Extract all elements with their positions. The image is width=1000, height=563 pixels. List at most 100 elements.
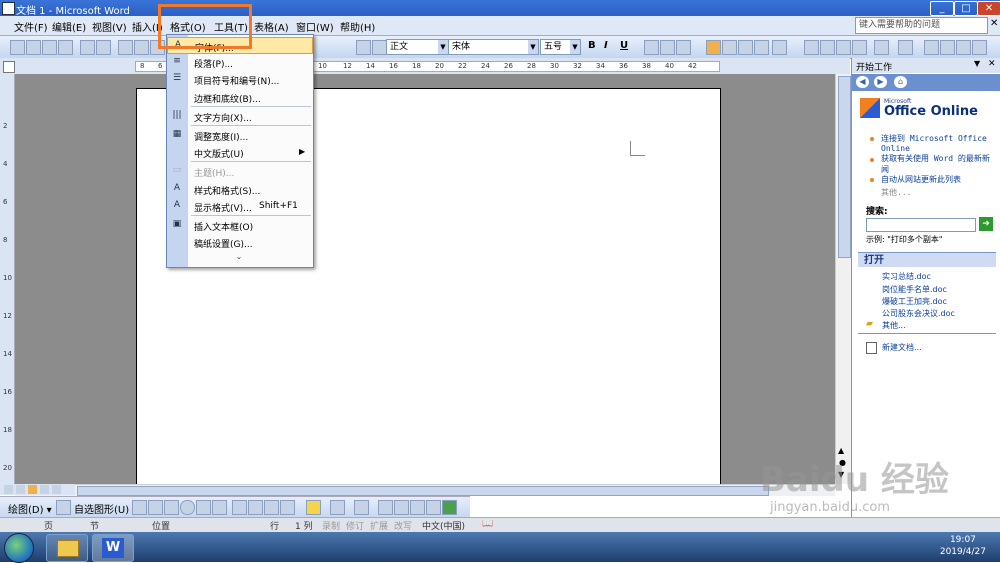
menu-item-bullets-numbering[interactable]: ☰ 项目符号和编号(N)... — [167, 71, 313, 88]
textbox-icon[interactable] — [196, 500, 211, 515]
draw-menu-button[interactable]: 绘图(D) ▾ — [8, 501, 52, 516]
new-document-link[interactable]: 新建文档... — [882, 342, 922, 353]
diagram-icon[interactable] — [248, 500, 263, 515]
menu-item-manuscript-setup[interactable]: 稿纸设置(G)... — [167, 234, 313, 251]
horizontal-scrollbar[interactable] — [15, 484, 835, 496]
print-layout-icon[interactable] — [28, 485, 37, 494]
bold-button[interactable]: B — [588, 40, 596, 51]
word-taskbar-button[interactable]: W — [92, 534, 134, 562]
italic-button[interactable]: I — [604, 40, 608, 51]
line-color-icon[interactable] — [330, 500, 345, 515]
close-document-icon[interactable]: ✕ — [990, 18, 998, 29]
normal-view-icon[interactable] — [4, 485, 13, 494]
horizontal-ruler[interactable]: 8 6 10 12 14 16 18 20 22 24 26 28 30 32 … — [0, 58, 850, 75]
menu-item-fit-width[interactable]: ▦ 调整宽度(I)... — [167, 127, 313, 144]
align-center-icon[interactable] — [722, 40, 737, 55]
forward-icon[interactable]: ▶ — [874, 76, 887, 88]
rectangle-icon[interactable] — [164, 500, 179, 515]
vertical-scrollbar[interactable]: ▲ ● ▼ — [835, 74, 851, 484]
recent-file-link[interactable]: 岗位能手名单.doc — [882, 284, 947, 295]
autoshapes-button[interactable]: 自选图形(U) ▾ — [74, 501, 137, 516]
justify-left-icon[interactable] — [706, 40, 721, 55]
search-go-icon[interactable]: ➜ — [979, 217, 993, 231]
scrollbar-thumb[interactable] — [838, 76, 851, 258]
decrease-indent-icon[interactable] — [836, 40, 851, 55]
line-icon[interactable] — [132, 500, 147, 515]
open-other-link[interactable]: 其他... — [882, 320, 906, 331]
search-input[interactable] — [866, 218, 976, 232]
spelling-status-icon[interactable]: 📖 — [482, 519, 493, 529]
help-search-input[interactable]: 键入需要帮助的问题 — [855, 17, 988, 34]
scrollbar-thumb[interactable] — [77, 486, 769, 496]
chevron-down-icon[interactable]: ▼ — [974, 59, 980, 68]
research-icon[interactable] — [134, 40, 149, 55]
start-button[interactable] — [4, 533, 34, 563]
tab-selector-icon[interactable] — [3, 61, 15, 73]
explorer-taskbar-button[interactable] — [46, 534, 88, 562]
menu-window[interactable]: 窗口(W) — [296, 19, 334, 34]
toolbar-options-icon[interactable] — [356, 40, 371, 55]
link-latest-news[interactable]: 获取有关使用 Word 的最新新闻 — [881, 153, 993, 175]
font-select[interactable]: 宋体 ▼ — [448, 39, 539, 55]
outline-view-icon[interactable] — [40, 485, 49, 494]
link-auto-update[interactable]: 自动从网站更新此列表 — [881, 174, 993, 185]
print-icon[interactable] — [80, 40, 95, 55]
save-icon[interactable] — [42, 40, 57, 55]
char-border-icon[interactable] — [644, 40, 659, 55]
word-app-icon[interactable] — [2, 2, 15, 15]
char-shading-icon[interactable] — [660, 40, 675, 55]
shrink-font-icon[interactable] — [972, 40, 987, 55]
increase-indent-icon[interactable] — [852, 40, 867, 55]
reading-view-icon[interactable] — [52, 485, 61, 494]
arrow-style-icon[interactable] — [410, 500, 425, 515]
back-icon[interactable]: ◀ — [856, 76, 869, 88]
phonetic-guide-icon[interactable] — [924, 40, 939, 55]
status-rec[interactable]: 录制 — [322, 519, 340, 532]
home-icon[interactable]: ⌂ — [894, 76, 907, 88]
task-pane-close-button[interactable]: ✕ — [988, 59, 996, 69]
close-button[interactable]: ✕ — [977, 1, 1000, 16]
menu-item-asian-layout[interactable]: 中文版式(U) ▶ — [167, 144, 313, 161]
wordart-icon[interactable] — [232, 500, 247, 515]
enclose-chars-icon[interactable] — [940, 40, 955, 55]
style-select[interactable]: 正文 ▼ — [386, 39, 449, 55]
web-view-icon[interactable] — [16, 485, 25, 494]
grow-font-icon[interactable] — [956, 40, 971, 55]
drawing-font-color-icon[interactable] — [354, 500, 369, 515]
highlight-icon[interactable] — [874, 40, 889, 55]
3d-icon[interactable] — [442, 500, 457, 515]
expand-menu-icon[interactable]: ⌄ — [233, 252, 245, 262]
menu-item-styles-formatting[interactable]: A 样式和格式(S)... — [167, 181, 313, 198]
link-connect-office-online[interactable]: 连接到 Microsoft Office Online — [881, 133, 993, 153]
clipart-icon[interactable] — [264, 500, 279, 515]
line-spacing-icon[interactable] — [772, 40, 787, 55]
recent-file-link[interactable]: 公司股东会决议.doc — [882, 308, 955, 319]
menu-item-paragraph[interactable]: ≡ 段落(P)... — [167, 54, 313, 71]
menu-item-insert-textbox[interactable]: ▣ 插入文本框(O) — [167, 217, 313, 234]
status-ext[interactable]: 扩展 — [370, 519, 388, 532]
font-color-icon[interactable] — [898, 40, 913, 55]
open-icon[interactable] — [26, 40, 41, 55]
dash-style-icon[interactable] — [394, 500, 409, 515]
permission-icon[interactable] — [58, 40, 73, 55]
menu-file[interactable]: 文件(F) — [14, 19, 48, 34]
line-style-icon[interactable] — [378, 500, 393, 515]
recent-file-link[interactable]: 爆破工王加亮.doc — [882, 296, 947, 307]
styles-formatting-icon[interactable] — [372, 40, 387, 55]
minimize-button[interactable]: _ — [930, 1, 954, 16]
menu-help[interactable]: 帮助(H) — [340, 19, 375, 34]
status-rev[interactable]: 修订 — [346, 519, 364, 532]
menu-table[interactable]: 表格(A) — [254, 19, 289, 34]
print-preview-icon[interactable] — [96, 40, 111, 55]
arrow-icon[interactable] — [148, 500, 163, 515]
font-size-select[interactable]: 五号 ▼ — [540, 39, 581, 55]
system-clock[interactable]: 19:07 2019/4/27 — [940, 534, 986, 558]
menu-view[interactable]: 视图(V) — [92, 19, 127, 34]
menu-item-reveal-formatting[interactable]: A 显示格式(V)... Shift+F1 — [167, 198, 313, 215]
status-ovr[interactable]: 改写 — [394, 519, 412, 532]
select-objects-icon[interactable] — [56, 500, 71, 515]
underline-button[interactable]: U — [620, 40, 628, 51]
distributed-icon[interactable] — [754, 40, 769, 55]
bullets-icon[interactable] — [820, 40, 835, 55]
recent-file-link[interactable]: 实习总结.doc — [882, 271, 931, 282]
